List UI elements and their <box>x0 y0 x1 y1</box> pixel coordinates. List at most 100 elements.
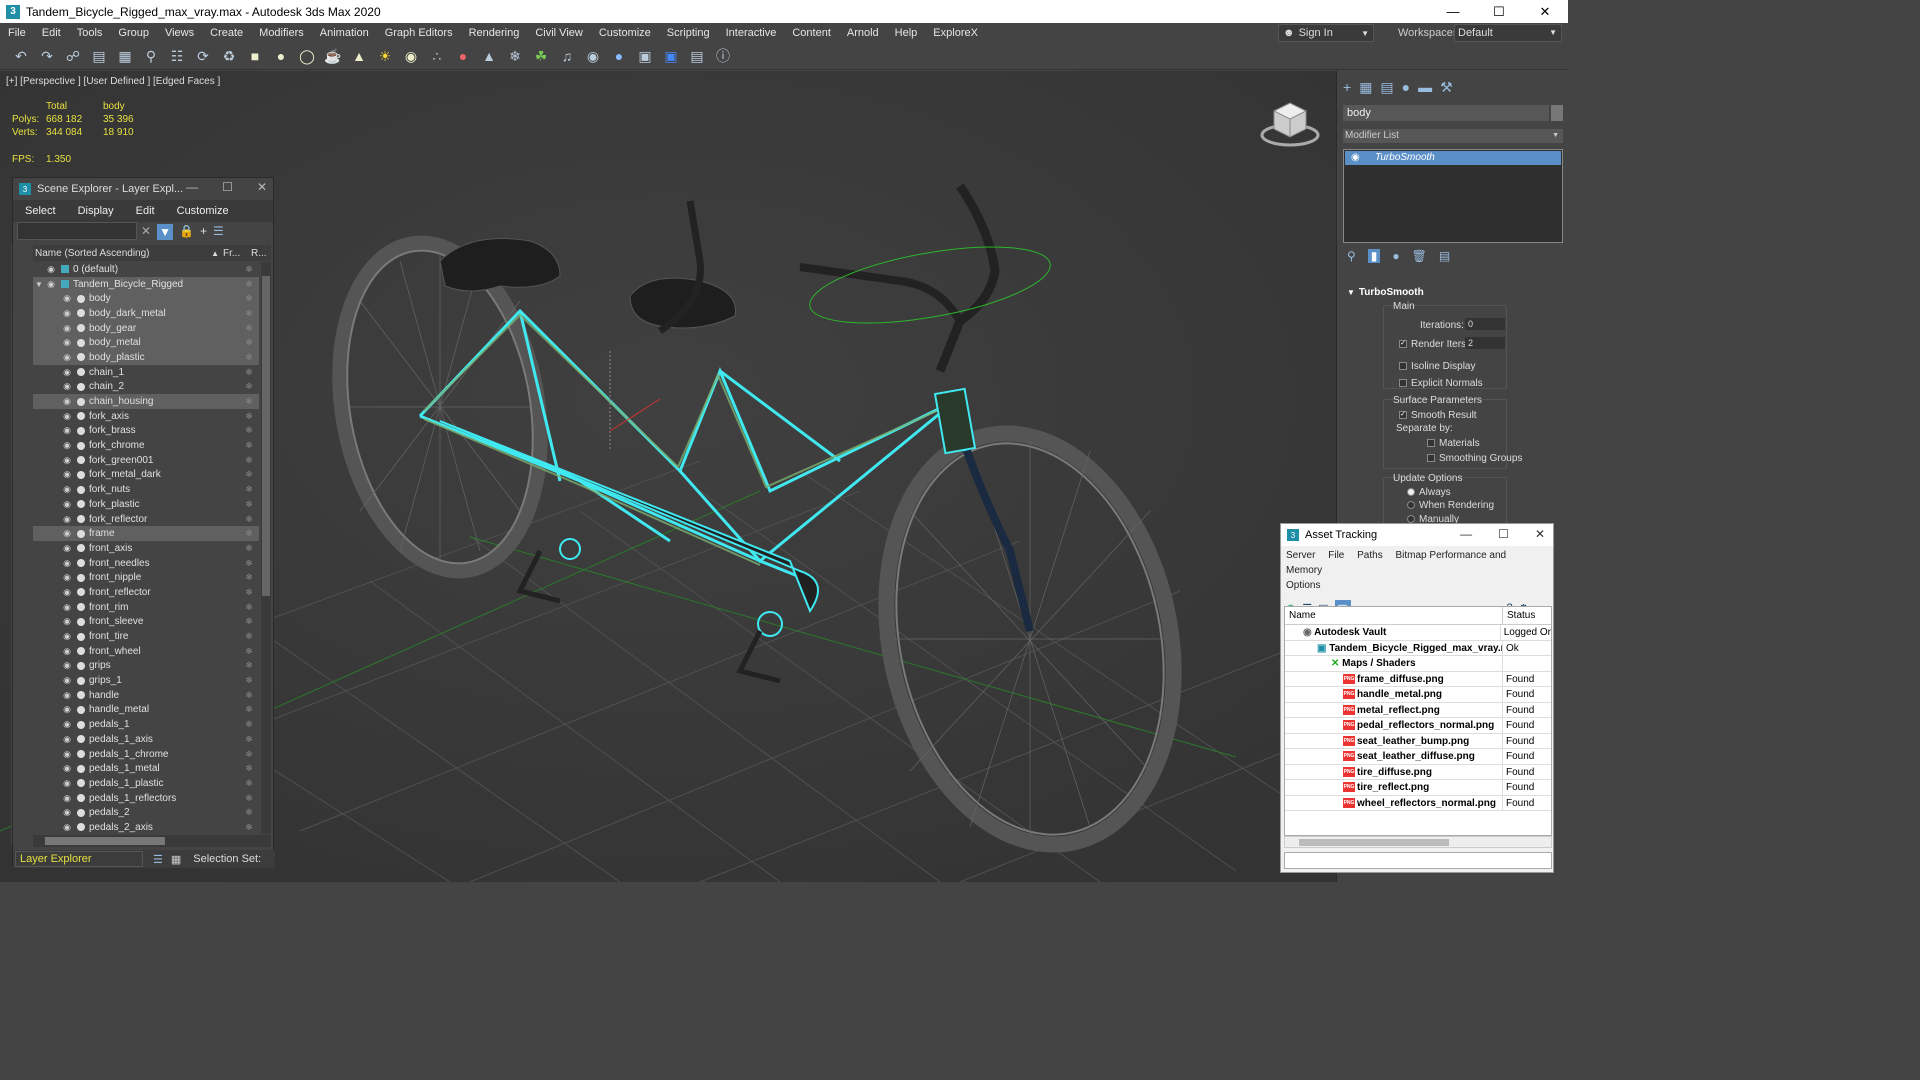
scene-list-item[interactable]: ◉ body_metal ❄ <box>33 335 259 351</box>
freeze-icon[interactable]: ❄ <box>239 264 259 275</box>
scene-list-item[interactable]: ◉ fork_axis ❄ <box>33 409 259 424</box>
viewcube-icon[interactable] <box>1258 95 1322 151</box>
link-icon[interactable]: ☍ <box>62 45 84 67</box>
rollout-header[interactable]: ▼ TurboSmooth <box>1343 287 1563 301</box>
freeze-icon[interactable]: ❄ <box>239 822 259 833</box>
scene-list-item[interactable]: ◉ fork_brass ❄ <box>33 424 259 439</box>
freeze-icon[interactable]: ❄ <box>239 499 259 510</box>
freeze-icon[interactable]: ❄ <box>239 484 259 495</box>
lock-icon[interactable]: 🔒 <box>179 224 194 240</box>
material-sphere-icon[interactable]: ● <box>608 45 630 67</box>
freeze-icon[interactable]: ❄ <box>239 425 259 436</box>
help-icon[interactable]: ⓘ <box>712 45 734 67</box>
scene-search-input[interactable] <box>17 222 137 240</box>
redo-icon[interactable]: ↷ <box>36 45 58 67</box>
display-tab-icon[interactable]: ▬ <box>1418 79 1432 96</box>
asset-row[interactable]: PNG tire_reflect.png Found <box>1285 780 1551 796</box>
eye-icon[interactable]: ◉ <box>61 572 73 583</box>
scene-list-item[interactable]: ◉ front_axis ❄ <box>33 541 259 556</box>
eye-icon[interactable]: ◉ <box>61 807 73 818</box>
freeze-icon[interactable]: ❄ <box>239 793 259 804</box>
bind-space-warp-icon[interactable]: ▦ <box>114 45 136 67</box>
menu-tools[interactable]: Tools <box>69 27 111 39</box>
asset-row[interactable]: PNG handle_metal.png Found <box>1285 687 1551 703</box>
freeze-icon[interactable]: ❄ <box>239 734 259 745</box>
freeze-icon[interactable]: ❄ <box>239 763 259 774</box>
select-object-icon[interactable]: ⚲ <box>140 45 162 67</box>
eye-icon[interactable]: ◉ <box>61 616 73 627</box>
scene-list-item[interactable]: ◉ pedals_2_axis ❄ <box>33 820 259 834</box>
freeze-icon[interactable]: ❄ <box>239 514 259 525</box>
as-menu-options[interactable]: Options <box>1286 580 1320 591</box>
eye-icon[interactable]: ◉ <box>61 763 73 774</box>
eye-icon[interactable]: ◉ <box>61 484 73 495</box>
expand-arrow-icon[interactable]: ▼ <box>35 280 43 289</box>
menu-interactive[interactable]: Interactive <box>718 27 785 39</box>
materials-checkbox[interactable]: Materials <box>1427 438 1480 449</box>
asset-row[interactable]: ▣ Tandem_Bicycle_Rigged_max_vray.max Ok <box>1285 640 1551 656</box>
minimize-icon[interactable]: — <box>186 180 198 194</box>
eye-icon[interactable]: ◉ <box>61 704 73 715</box>
scene-list-item[interactable]: ◉ front_rim ❄ <box>33 600 259 615</box>
freeze-icon[interactable]: ❄ <box>239 704 259 715</box>
dynamics-icon[interactable]: ● <box>452 45 474 67</box>
object-color-swatch[interactable] <box>1551 105 1563 121</box>
freeze-icon[interactable]: ❄ <box>239 675 259 686</box>
scene-list-item[interactable]: ◉ pedals_1 ❄ <box>33 717 259 732</box>
menu-content[interactable]: Content <box>784 27 839 39</box>
freeze-icon[interactable]: ❄ <box>239 293 259 304</box>
eye-icon[interactable]: ◉ <box>61 734 73 745</box>
scene-list-item[interactable]: ◉ chain_1 ❄ <box>33 365 259 380</box>
menu-views[interactable]: Views <box>157 27 202 39</box>
menu-arnold[interactable]: Arnold <box>839 27 887 39</box>
eye-icon[interactable]: ◉ <box>61 455 73 466</box>
iterations-spinner[interactable]: 0 <box>1465 318 1505 330</box>
menu-edit[interactable]: Edit <box>34 27 69 39</box>
asset-row[interactable]: PNG frame_diffuse.png Found <box>1285 671 1551 687</box>
smooth-result-checkbox[interactable]: ✓ Smooth Result <box>1399 410 1477 421</box>
freeze-icon[interactable]: ❄ <box>239 396 259 407</box>
freeze-icon[interactable]: ❄ <box>239 807 259 818</box>
asset-row[interactable]: ✕ Maps / Shaders <box>1285 656 1551 672</box>
freeze-icon[interactable]: ❄ <box>239 381 259 392</box>
menu-rendering[interactable]: Rendering <box>461 27 528 39</box>
freeze-icon[interactable]: ❄ <box>239 690 259 701</box>
freeze-icon[interactable]: ❄ <box>239 469 259 480</box>
eye-icon[interactable]: ◉ <box>61 337 73 348</box>
torus-icon[interactable]: ◯ <box>296 45 318 67</box>
scene-list-item[interactable]: ◉ chain_housing ❄ <box>33 394 259 409</box>
minimize-icon[interactable]: — <box>1460 527 1472 541</box>
scene-list-item[interactable]: ◉ grips_1 ❄ <box>33 673 259 688</box>
scene-list-item[interactable]: ◉ chain_2 ❄ <box>33 380 259 395</box>
explorer-mode-dropdown[interactable]: Layer Explorer <box>15 851 143 867</box>
menu-file[interactable]: File <box>0 27 34 39</box>
eye-icon[interactable]: ◉ <box>61 367 73 378</box>
eye-icon[interactable]: ◉ <box>61 587 73 598</box>
menu-group[interactable]: Group <box>110 27 157 39</box>
asset-col-status[interactable]: Status <box>1503 607 1551 624</box>
eye-icon[interactable]: ◉ <box>61 396 73 407</box>
menu-scripting[interactable]: Scripting <box>659 27 718 39</box>
freeze-icon[interactable]: ❄ <box>239 543 259 554</box>
eye-icon[interactable]: ◉ <box>61 528 73 539</box>
isoline-display-checkbox[interactable]: Isoline Display <box>1399 361 1475 372</box>
light-icon[interactable]: ☀ <box>374 45 396 67</box>
se-menu-customize[interactable]: Customize <box>177 205 229 217</box>
freeze-icon[interactable]: ❄ <box>239 660 259 671</box>
asset-row[interactable]: PNG seat_leather_diffuse.png Found <box>1285 749 1551 765</box>
scene-list-item[interactable]: ◉ body_plastic ❄ <box>33 350 259 365</box>
freeze-icon[interactable]: ❄ <box>239 279 259 290</box>
menu-animation[interactable]: Animation <box>312 27 377 39</box>
freeze-icon[interactable]: ❄ <box>239 558 259 569</box>
asset-path-field[interactable] <box>1284 852 1552 869</box>
freeze-icon[interactable]: ❄ <box>239 367 259 378</box>
asset-row[interactable]: ◉ Autodesk Vault Logged Or <box>1285 625 1551 641</box>
scene-list-item[interactable]: ◉ body_dark_metal ❄ <box>33 306 259 321</box>
scene-list-item[interactable]: ◉ pedals_1_metal ❄ <box>33 761 259 776</box>
scene-list-item[interactable]: ◉ body ❄ <box>33 291 259 307</box>
create-tab-icon[interactable]: + <box>1343 79 1351 96</box>
scene-list-item[interactable]: ◉ fork_green001 ❄ <box>33 453 259 468</box>
viewport-label[interactable]: [+] [Perspective ] [User Defined ] [Edge… <box>6 76 220 87</box>
layer-icon[interactable]: ▤ <box>686 45 708 67</box>
modifier-stack-item[interactable]: ◉ TurboSmooth <box>1345 151 1561 165</box>
